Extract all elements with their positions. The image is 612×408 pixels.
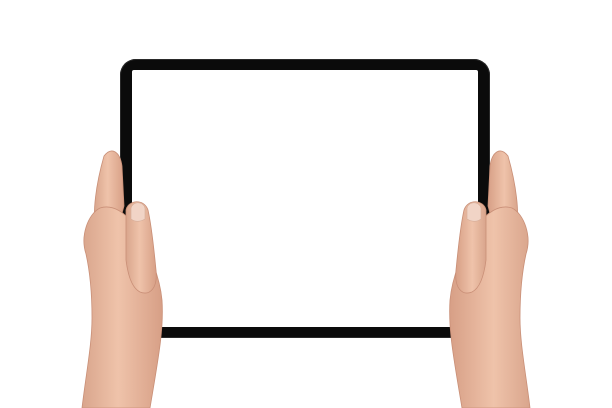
right-thumb-nail <box>466 202 482 222</box>
right-hand <box>449 150 531 408</box>
photo-scene <box>0 0 612 408</box>
left-thumb-nail <box>130 202 146 222</box>
left-hand <box>81 150 163 408</box>
hands-layer <box>81 150 531 408</box>
